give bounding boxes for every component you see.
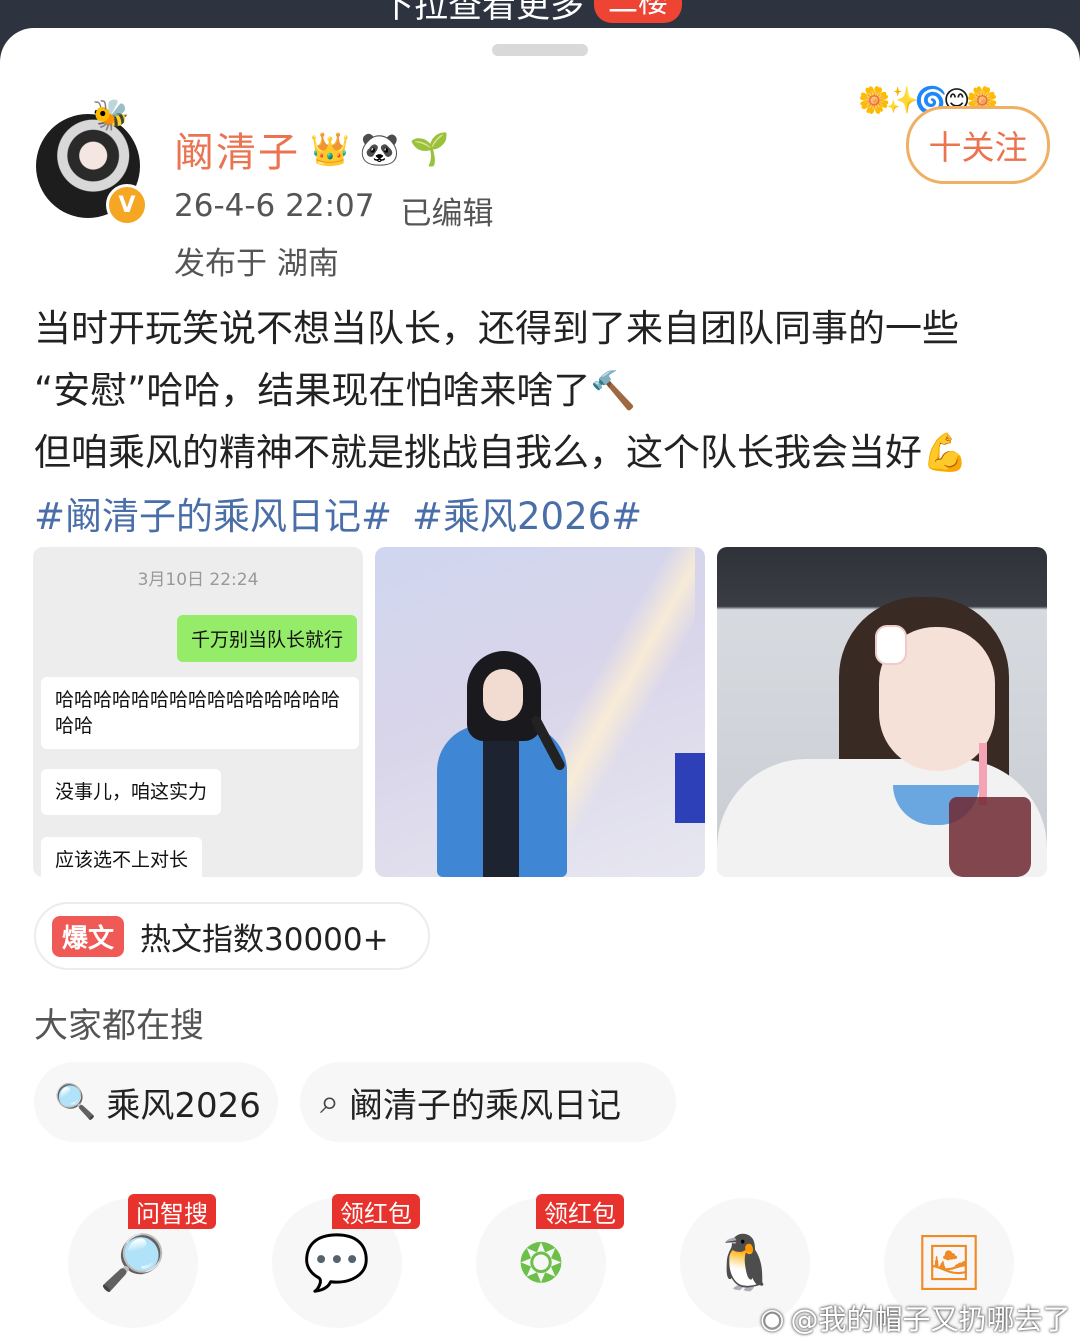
weibo-watermark: ◉ @我的帽子又扔哪去了 <box>760 1298 1070 1338</box>
sprout-icon[interactable]: 🌱 <box>410 130 450 168</box>
verified-badge-icon: V <box>106 184 148 226</box>
search-chip-label: 阚清子的乘风日记 <box>349 1085 622 1126</box>
post-text-line: 但咱乘风的精神不就是挑战自我么，这个队长我会当好💪 <box>34 431 969 474</box>
post-text-line: “安慰”哈哈，结果现在怕啥来啥了🔨 <box>34 369 637 412</box>
author-name[interactable]: 阚清子 <box>174 120 300 178</box>
weibo-logo-icon: ◉ <box>760 1301 785 1335</box>
share-wechat-button[interactable]: 领红包 💬 <box>272 1194 420 1328</box>
selfie-photo-image[interactable] <box>717 547 1047 877</box>
post-meta: 26-4-6 22:07 已编辑 <box>174 188 493 233</box>
post-text-line: 当时开玩笑说不想当队长，还得到了来自团队同事的一些 <box>34 307 959 350</box>
pull-to-view-bar[interactable]: 下拉查看更多 二楼 <box>0 0 1080 30</box>
sheet-drag-handle[interactable] <box>492 44 588 56</box>
share-moments-button[interactable]: 领红包 ❂ <box>476 1194 624 1328</box>
hot-index-pill[interactable]: 爆文 热文指数30000+ <box>34 902 430 970</box>
chat-reply-bubble: 应该选不上对长 <box>41 837 203 877</box>
chat-reply-bubble: 没事儿，咱这实力 <box>41 769 222 815</box>
ai-search-icon: 🔎 <box>99 1231 167 1294</box>
save-image-icon: 🖼 <box>914 1231 984 1294</box>
promo-tag: 领红包 <box>332 1194 420 1229</box>
hashtag-row: #阚清子的乘风日记# #乘风2026# <box>34 486 642 540</box>
image-grid: 3月10日 22:24 千万别当队长就行 哈哈哈哈哈哈哈哈哈哈哈哈哈哈哈哈哈 没… <box>33 547 1047 877</box>
search-chip-chengfeng[interactable]: 🔍 乘风2026 <box>34 1062 278 1142</box>
chat-screenshot-image[interactable]: 3月10日 22:24 千万别当队长就行 哈哈哈哈哈哈哈哈哈哈哈哈哈哈哈哈哈 没… <box>33 547 363 877</box>
post-location: 发布于 湖南 <box>174 246 339 282</box>
post-detail-sheet: V 🐝 阚清子 👑 🐼 🌱 26-4-6 22:07 已编辑 发布于 湖南 🌼✨… <box>0 28 1080 1339</box>
promo-tag: 领红包 <box>536 1194 624 1229</box>
avatar-decoration-icon: 🐝 <box>92 98 130 133</box>
search-chip-diary[interactable]: ⌕ 阚清子的乘风日记 <box>300 1062 676 1142</box>
ai-search-button[interactable]: 问智搜 🔎 <box>68 1194 216 1328</box>
watermark-text: @我的帽子又扔哪去了 <box>790 1303 1071 1336</box>
promo-tag: 问智搜 <box>128 1194 216 1229</box>
chat-sent-bubble: 千万别当队长就行 <box>176 615 357 662</box>
search-icon: ⌕ <box>320 1082 340 1122</box>
panda-icon[interactable]: 🐼 <box>360 130 400 168</box>
hot-search-icon: 🔍 <box>54 1082 97 1122</box>
trending-search-heading: 大家都在搜 <box>34 1006 204 1046</box>
follow-button[interactable]: 十关注 <box>906 106 1050 184</box>
chat-timestamp: 3月10日 22:24 <box>137 570 259 590</box>
pull-hint: 下拉查看更多 二楼 <box>380 0 682 27</box>
moments-icon: ❂ <box>518 1231 564 1295</box>
crown-icon[interactable]: 👑 <box>310 130 350 168</box>
chat-reply-bubble: 哈哈哈哈哈哈哈哈哈哈哈哈哈哈哈哈哈 <box>41 677 359 749</box>
author-avatar-container[interactable]: V 🐝 <box>36 98 148 226</box>
hot-index-text: 热文指数30000+ <box>140 921 389 958</box>
edited-label[interactable]: 已编辑 <box>400 188 493 233</box>
hot-post-badge: 爆文 <box>52 915 125 957</box>
wechat-icon: 💬 <box>303 1231 371 1294</box>
search-chip-label: 乘风2026 <box>106 1085 261 1126</box>
stage-photo-image[interactable] <box>375 547 705 877</box>
author-row: 阚清子 👑 🐼 🌱 <box>174 120 450 178</box>
hashtag-link[interactable]: #乘风2026# <box>412 486 642 540</box>
qq-icon: 🐧 <box>711 1231 779 1294</box>
hashtag-link[interactable]: #阚清子的乘风日记# <box>34 486 392 540</box>
second-floor-badge[interactable]: 二楼 <box>594 0 682 23</box>
post-timestamp: 26-4-6 22:07 <box>174 188 375 224</box>
post-body: 当时开玩笑说不想当队长，还得到了来自团队同事的一些 “安慰”哈哈，结果现在怕啥来… <box>34 298 1046 484</box>
pull-hint-text: 下拉查看更多 <box>380 0 584 26</box>
